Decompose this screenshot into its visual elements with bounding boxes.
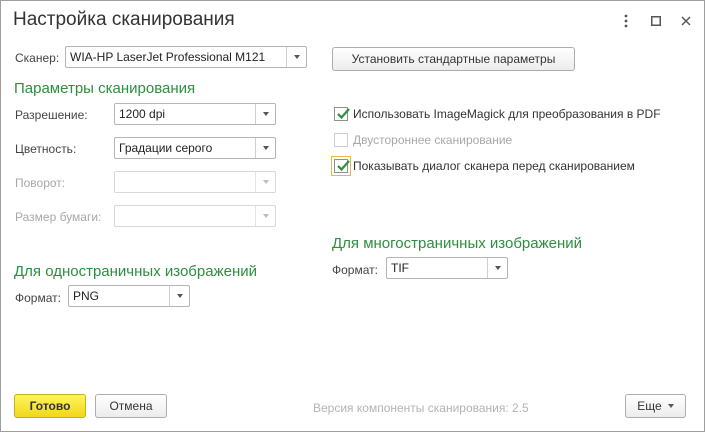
window-title: Настройка сканирования	[13, 9, 235, 30]
resolution-label: Разрешение:	[15, 108, 88, 122]
chevron-down-icon[interactable]	[255, 104, 275, 124]
set-defaults-button[interactable]: Установить стандартные параметры	[332, 47, 575, 71]
chevron-down-icon[interactable]	[169, 286, 189, 306]
multi-page-heading: Для многостраничных изображений	[332, 235, 583, 252]
color-label: Цветность:	[15, 142, 77, 156]
scanner-value: WIA-HP LaserJet Professional M121	[70, 50, 266, 64]
checkbox-checked-icon[interactable]	[334, 107, 350, 121]
scan-settings-window: Настройка сканирования Сканер: WIA-HP La…	[0, 0, 705, 432]
chevron-down-icon[interactable]	[255, 138, 275, 158]
close-icon[interactable]	[676, 11, 696, 31]
maximize-icon[interactable]	[646, 11, 666, 31]
paper-size-label: Размер бумаги:	[15, 210, 102, 224]
done-button[interactable]: Готово	[14, 394, 86, 418]
multi-format-select[interactable]: TIF	[386, 257, 508, 279]
chevron-down-icon	[667, 404, 674, 408]
color-select[interactable]: Градации серого	[114, 137, 276, 159]
show-dialog-label: Показывать диалог сканера перед сканиров…	[353, 159, 635, 173]
kebab-menu-icon[interactable]	[616, 11, 636, 31]
chevron-down-icon	[255, 206, 275, 226]
checkbox-unchecked-icon	[334, 133, 348, 147]
more-label: Еще	[637, 399, 662, 413]
single-page-heading: Для одностраничных изображений	[14, 263, 257, 280]
rotation-select	[114, 171, 276, 193]
duplex-checkbox: Двустороннее сканирование	[334, 133, 512, 147]
color-value: Градации серого	[119, 141, 213, 155]
paper-size-select	[114, 205, 276, 227]
chevron-down-icon[interactable]	[286, 47, 306, 67]
chevron-down-icon[interactable]	[487, 258, 507, 278]
single-format-value: PNG	[73, 289, 100, 303]
multi-format-value: TIF	[391, 261, 409, 275]
multi-format-label: Формат:	[332, 263, 378, 277]
title-buttons	[616, 11, 696, 31]
checkbox-checked-icon[interactable]	[331, 156, 351, 176]
scanner-select[interactable]: WIA-HP LaserJet Professional M121	[65, 46, 307, 68]
cancel-button[interactable]: Отмена	[95, 394, 167, 418]
single-format-label: Формат:	[15, 291, 61, 305]
resolution-value: 1200 dpi	[119, 107, 166, 121]
scan-params-heading: Параметры сканирования	[14, 80, 196, 97]
scanner-label: Сканер:	[15, 51, 60, 65]
single-format-select[interactable]: PNG	[68, 285, 190, 307]
chevron-down-icon	[255, 172, 275, 192]
rotation-label: Поворот:	[15, 176, 66, 190]
duplex-label: Двустороннее сканирование	[353, 133, 513, 147]
more-button[interactable]: Еще	[625, 394, 686, 418]
resolution-select[interactable]: 1200 dpi	[114, 103, 276, 125]
imagemagick-label: Использовать ImageMagick для преобразова…	[353, 107, 661, 121]
show-dialog-checkbox[interactable]: Показывать диалог сканера перед сканиров…	[331, 156, 635, 176]
component-version: Версия компоненты сканирования: 2.5	[313, 401, 529, 415]
imagemagick-checkbox[interactable]: Использовать ImageMagick для преобразова…	[334, 107, 661, 121]
